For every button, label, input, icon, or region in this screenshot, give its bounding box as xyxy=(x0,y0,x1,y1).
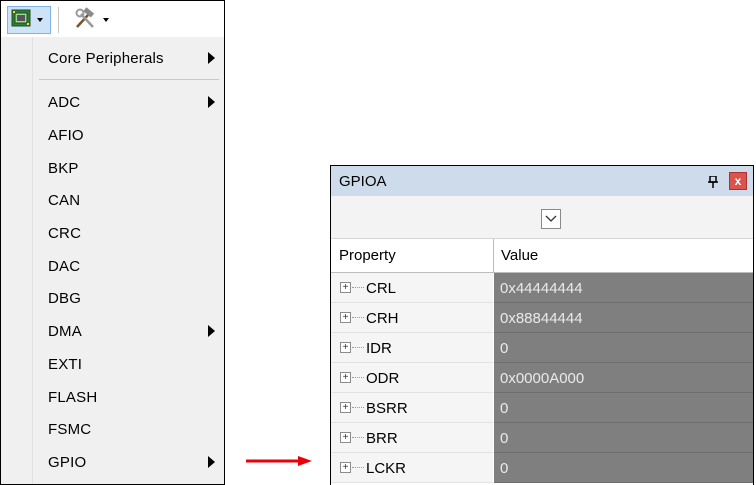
menu-item-label: EXTI xyxy=(48,355,83,373)
register-name: LCKR xyxy=(366,459,407,477)
register-value: 0x88844444 xyxy=(500,309,583,327)
register-value: 0x44444444 xyxy=(500,279,583,297)
register-name: CRH xyxy=(366,309,399,327)
register-row-bsrr[interactable]: + BSRR 0 xyxy=(331,393,753,423)
property-cell xyxy=(331,303,493,333)
property-cell xyxy=(331,363,493,393)
chevron-down-icon xyxy=(103,18,109,22)
expand-plus-icon[interactable]: + xyxy=(340,372,351,383)
property-cell xyxy=(331,423,493,453)
register-name: IDR xyxy=(366,339,392,357)
expand-plus-icon[interactable]: + xyxy=(340,342,351,353)
chevron-down-icon xyxy=(37,18,43,22)
menu-item-can[interactable]: CAN xyxy=(1,185,224,215)
gpioa-peripheral-window: GPIOA x Property Value + CRL 0x44444444 … xyxy=(330,165,754,485)
menu-item-gpio[interactable]: GPIO xyxy=(1,447,224,477)
column-header-property[interactable]: Property xyxy=(339,239,396,272)
chevron-down-icon xyxy=(545,215,557,222)
value-cell[interactable] xyxy=(494,423,753,453)
toolbar-separator xyxy=(58,7,59,33)
menu-item-flash[interactable]: FLASH xyxy=(1,382,224,412)
register-value: 0 xyxy=(500,339,509,357)
register-name: BRR xyxy=(366,429,398,447)
expand-plus-icon[interactable]: + xyxy=(340,402,351,413)
menu-item-label: Core Peripherals xyxy=(48,49,164,67)
menu-item-adc[interactable]: ADC xyxy=(1,87,224,117)
menu-item-label: DBG xyxy=(48,289,82,307)
menu-item-exti[interactable]: EXTI xyxy=(1,349,224,379)
menu-item-label: BKP xyxy=(48,159,79,177)
tools-dropdown-button[interactable] xyxy=(71,6,121,34)
expand-plus-icon[interactable]: + xyxy=(340,432,351,443)
property-cell xyxy=(331,333,493,363)
menu-item-label: AFIO xyxy=(48,126,84,144)
property-grid-header: Property Value xyxy=(331,239,753,273)
hammer-wrench-icon xyxy=(73,6,97,34)
column-header-value[interactable]: Value xyxy=(501,239,538,272)
view-selector-dropdown[interactable] xyxy=(541,209,561,229)
submenu-arrow-icon xyxy=(208,52,215,64)
menu-item-dac[interactable]: DAC xyxy=(1,251,224,281)
menu-item-label: GPIO xyxy=(48,453,87,471)
menu-item-crc[interactable]: CRC xyxy=(1,218,224,248)
tree-dots xyxy=(352,287,364,288)
menu-item-bkp[interactable]: BKP xyxy=(1,153,224,183)
register-row-brr[interactable]: + BRR 0 xyxy=(331,423,753,453)
submenu-arrow-icon xyxy=(208,96,215,108)
view-selector-bar xyxy=(331,196,753,239)
menu-item-label: CAN xyxy=(48,191,81,209)
register-row-lckr[interactable]: + LCKR 0 xyxy=(331,453,753,483)
menu-item-afio[interactable]: AFIO xyxy=(1,120,224,150)
window-titlebar: GPIOA x xyxy=(331,166,753,196)
peripherals-board-icon xyxy=(11,9,31,32)
register-value: 0 xyxy=(500,399,509,417)
close-button[interactable]: x xyxy=(729,172,747,190)
tree-dots xyxy=(352,437,364,438)
register-name: CRL xyxy=(366,279,397,297)
menu-item-label: FLASH xyxy=(48,388,98,406)
tree-dots xyxy=(352,317,364,318)
value-cell[interactable] xyxy=(494,393,753,423)
menu-item-label: DMA xyxy=(48,322,82,340)
menu-item-label: DAC xyxy=(48,257,81,275)
submenu-arrow-icon xyxy=(208,456,215,468)
register-row-odr[interactable]: + ODR 0x0000A000 xyxy=(331,363,753,393)
pin-icon[interactable] xyxy=(708,175,718,193)
register-name: BSRR xyxy=(366,399,408,417)
window-title: GPIOA xyxy=(339,172,387,190)
property-cell xyxy=(331,273,493,303)
expand-plus-icon[interactable]: + xyxy=(340,282,351,293)
menu-item-dma[interactable]: DMA xyxy=(1,316,224,346)
menu-item-fsmc[interactable]: FSMC xyxy=(1,414,224,444)
register-name: ODR xyxy=(366,369,400,387)
menu-item-core-peripherals[interactable]: Core Peripherals xyxy=(1,43,224,73)
expand-plus-icon[interactable]: + xyxy=(340,312,351,323)
menu-item-label: ADC xyxy=(48,93,81,111)
column-divider[interactable] xyxy=(493,239,494,272)
submenu-arrow-icon xyxy=(208,325,215,337)
register-value: 0 xyxy=(500,459,509,477)
register-row-crl[interactable]: + CRL 0x44444444 xyxy=(331,273,753,303)
register-row-idr[interactable]: + IDR 0 xyxy=(331,333,753,363)
menu-item-label: CRC xyxy=(48,224,82,242)
tree-dots xyxy=(352,467,364,468)
peripherals-menu: Core Peripherals ADC AFIO BKP CAN CRC DA… xyxy=(0,37,225,485)
menu-item-label: FSMC xyxy=(48,420,92,438)
value-cell[interactable] xyxy=(494,333,753,363)
menu-item-dbg[interactable]: DBG xyxy=(1,283,224,313)
register-value: 0x0000A000 xyxy=(500,369,585,387)
value-cell[interactable] xyxy=(494,453,753,483)
tree-dots xyxy=(352,377,364,378)
peripherals-dropdown-button[interactable] xyxy=(7,6,51,34)
expand-plus-icon[interactable]: + xyxy=(340,462,351,473)
toolbar xyxy=(0,0,225,38)
property-cell xyxy=(331,453,493,483)
register-row-crh[interactable]: + CRH 0x88844444 xyxy=(331,303,753,333)
tree-dots xyxy=(352,347,364,348)
tree-dots xyxy=(352,407,364,408)
property-cell xyxy=(331,393,493,423)
red-arrow-icon xyxy=(246,456,312,466)
register-value: 0 xyxy=(500,429,509,447)
menu-separator xyxy=(39,79,219,80)
